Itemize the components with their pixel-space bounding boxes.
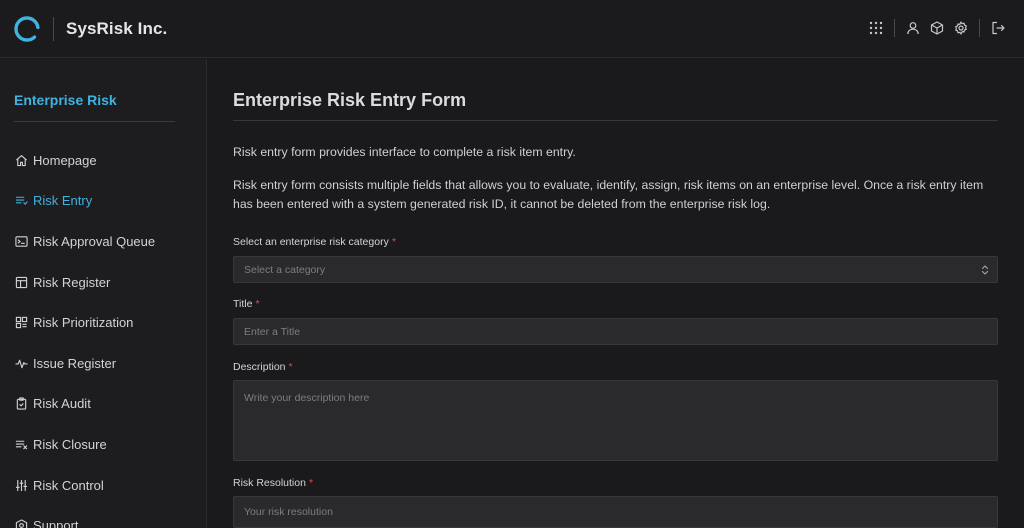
top-bar: SysRisk Inc. [0,0,1024,58]
intro-description: Risk entry form consists multiple fields… [233,178,984,211]
required-mark: * [391,236,396,248]
description-label: Description * [233,361,293,373]
sidebar-item-label: Risk Entry [33,193,93,209]
description-textarea[interactable]: Write your description here [233,380,998,461]
dashboard-icon [15,316,28,329]
sidebar-item-label: Risk Closure [33,436,107,452]
sidebar-item-label: Risk Approval Queue [33,233,156,249]
table-icon [15,276,28,289]
sidebar-item-risk-closure[interactable]: Risk Closure [0,424,207,465]
category-label-text: Select an enterprise risk category [233,236,389,248]
sidebar-nav: Homepage Risk Entry Risk Approval Queue … [0,140,207,528]
intro-text: Risk entry form provides interface to co… [233,145,576,159]
category-label: Select an enterprise risk category * [233,236,396,248]
resolution-label: Risk Resolution * [233,477,313,489]
sidebar-item-risk-register[interactable]: Risk Register [0,262,207,303]
resolution-placeholder: Your risk resolution [244,506,333,518]
title-label-text: Title [233,298,253,310]
category-select-value: Select a category [244,263,326,276]
sidebar-item-risk-prioritization[interactable]: Risk Prioritization [0,302,207,343]
brand-name[interactable]: SysRisk Inc. [66,19,167,39]
terminal-icon [15,235,28,248]
sidebar-item-support[interactable]: Support [0,505,207,528]
page-title: Enterprise Risk Entry Form [233,90,467,110]
cube-icon[interactable] [925,17,949,39]
title-input[interactable] [233,318,998,345]
resolution-input[interactable]: Your risk resolution [233,496,998,528]
support-icon [15,519,28,528]
select-chevron-icon [981,265,989,275]
sidebar-title: Enterprise Risk [14,92,117,108]
sidebar-divider [14,121,175,122]
sidebar-item-label: Homepage [33,152,97,168]
sidebar: Enterprise Risk Homepage Risk Entry Risk… [0,59,207,528]
sidebar-item-label: Issue Register [33,355,117,371]
resolution-label-text: Risk Resolution [233,477,306,489]
sidebar-item-risk-audit[interactable]: Risk Audit [0,384,207,425]
home-icon [15,154,28,167]
user-icon[interactable] [901,17,925,39]
logout-icon[interactable] [986,17,1010,39]
header-divider [894,19,895,37]
clipboard-icon [15,397,28,410]
description-placeholder: Write your description here [244,392,370,404]
sidebar-item-risk-approval-queue[interactable]: Risk Approval Queue [0,221,207,262]
category-select[interactable]: Select a category [233,256,998,283]
brand-divider [53,17,54,41]
description-label-text: Description [233,361,286,373]
required-mark: * [255,298,260,310]
grid-icon[interactable] [864,17,888,39]
sidebar-item-risk-control[interactable]: Risk Control [0,465,207,506]
sidebar-item-issue-register[interactable]: Issue Register [0,343,207,384]
activity-icon [15,357,28,370]
sidebar-item-label: Risk Register [33,274,111,290]
required-mark: * [308,477,314,489]
sidebar-item-label: Risk Audit [33,396,91,412]
sidebar-item-label: Support [33,518,79,528]
sidebar-item-risk-entry[interactable]: Risk Entry [0,181,207,222]
gear-icon[interactable] [949,17,973,39]
list-entry-icon [15,194,28,207]
sidebar-item-label: Risk Prioritization [33,315,134,331]
title-divider [233,120,998,121]
header-actions [864,17,1010,39]
sidebar-item-homepage[interactable]: Homepage [0,140,207,181]
required-mark: * [288,361,293,373]
list-close-icon [15,438,28,451]
logo-icon[interactable] [13,15,41,43]
title-label: Title * [233,298,260,310]
sidebar-item-label: Risk Control [33,477,104,493]
header-divider [979,19,980,37]
sliders-icon [15,479,28,492]
